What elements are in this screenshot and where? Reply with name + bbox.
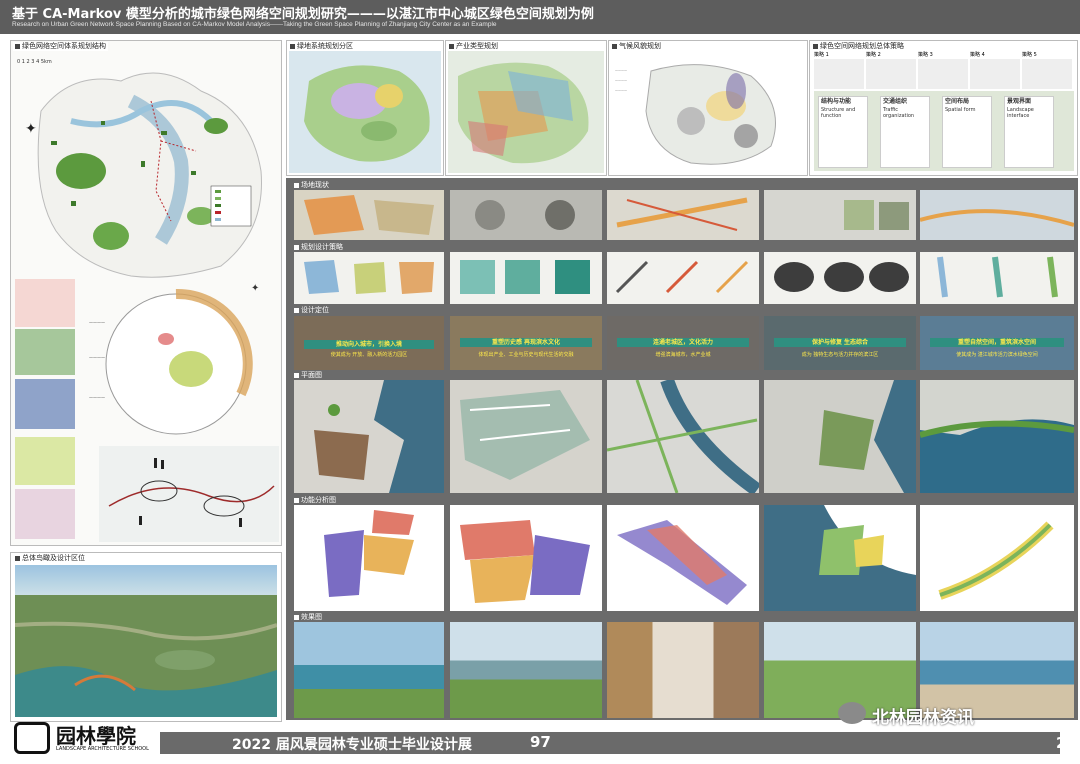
function-5 bbox=[920, 505, 1074, 611]
svg-text:————: ———— bbox=[89, 320, 105, 325]
position-bar-4: 保护与修复 生态综合 bbox=[774, 338, 906, 347]
strategy-head-2: 策略 2 bbox=[866, 52, 881, 58]
site-thumb-4 bbox=[764, 190, 916, 240]
strategy-thumb-5 bbox=[920, 252, 1074, 304]
aerial-image bbox=[15, 565, 277, 717]
site-thumb-5 bbox=[920, 190, 1074, 240]
row-label-site: 场地现状 bbox=[294, 180, 329, 190]
position-card-5: 重塑自然空间，重筑滨水空间 使其成为 湛江城市活力滨水绿色空间 bbox=[920, 316, 1074, 370]
svg-text:————: ———— bbox=[615, 88, 627, 92]
render-2 bbox=[450, 622, 602, 718]
wechat-icon bbox=[838, 702, 866, 724]
exhibit-title: 2022 届风景园林专业硕士毕业设计展 bbox=[232, 737, 472, 753]
location-label: 总体鸟瞰及设计区位 bbox=[13, 554, 87, 563]
position-bar-5: 重塑自然空间，重筑滨水空间 bbox=[930, 338, 1064, 347]
thematic-map-3 bbox=[15, 379, 75, 429]
position-tag-3: 增强滨海城市，水产业城 bbox=[655, 352, 711, 358]
position-tag-2: 体现出产业、工业与历史与现代生活的交融 bbox=[478, 352, 574, 358]
row-label-position: 设计定位 bbox=[294, 305, 329, 315]
position-tag-5: 使其成为 湛江城市活力滨水绿色空间 bbox=[956, 352, 1038, 358]
header-bar: 基于 CA-Markov 模型分析的城市绿色网络空间规划研究———以湛江市中心城… bbox=[0, 0, 1080, 34]
zoning-panel: 绿地系统规划分区 bbox=[286, 40, 444, 176]
row-label-plan: 平面图 bbox=[294, 370, 322, 380]
site-thumb-3 bbox=[607, 190, 759, 240]
watermark-text: 北林园林资讯 bbox=[872, 708, 974, 728]
strategy-text-strip bbox=[814, 59, 1074, 89]
strategy-head-5: 策略 5 bbox=[1022, 52, 1037, 58]
strategy-head-1: 策略 1 bbox=[814, 52, 829, 58]
row-label-function: 功能分析图 bbox=[294, 495, 336, 505]
function-1 bbox=[294, 505, 444, 611]
thematic-map-4 bbox=[15, 437, 75, 485]
zoning-label: 绿地系统规划分区 bbox=[288, 42, 355, 51]
network-label: 绿色网络空间体系规划结构 bbox=[13, 42, 108, 51]
svg-text:————: ———— bbox=[89, 355, 105, 360]
svg-text:————: ———— bbox=[615, 78, 627, 82]
strategy-thumb-3 bbox=[607, 252, 759, 304]
exhibit-number: 97 bbox=[530, 733, 551, 751]
strategy-panel: 绿色空间网络规划总体策略 策略 1 策略 2 策略 3 策略 4 策略 5 结构… bbox=[809, 40, 1078, 176]
site-thumb-2 bbox=[450, 190, 602, 240]
render-1 bbox=[294, 622, 444, 718]
section-sketch bbox=[99, 446, 279, 542]
strategy-box-2: 交通组织 Traffic organization bbox=[880, 96, 930, 168]
industry-map bbox=[448, 51, 604, 173]
function-2 bbox=[450, 505, 602, 611]
network-map bbox=[37, 72, 262, 278]
position-tag-1: 使其成为 开放、融入新的活力园区 bbox=[330, 352, 408, 358]
strategy-box-4: 景观界面 Landscape interface bbox=[1004, 96, 1054, 168]
industry-panel: 产业类型规划 bbox=[445, 40, 607, 176]
industry-label: 产业类型规划 bbox=[447, 42, 500, 51]
plan-4 bbox=[764, 380, 916, 493]
climate-label: 气候风貌规划 bbox=[610, 42, 663, 51]
strategy-head-4: 策略 4 bbox=[970, 52, 985, 58]
logo-text: 园林學院 bbox=[56, 724, 136, 748]
position-bar-1: 推动向入城市，引换入境 bbox=[304, 340, 434, 349]
circle-diagram: ✦ ———— ———— ———— bbox=[89, 283, 259, 435]
page-subtitle: Research on Urban Green Network Space Pl… bbox=[12, 21, 497, 28]
aerial-panel: 总体鸟瞰及设计区位 bbox=[10, 552, 282, 722]
strategy-box-1: 结构与功能 Structure and function bbox=[818, 96, 868, 168]
thematic-map-5 bbox=[15, 489, 75, 539]
function-3 bbox=[607, 505, 759, 611]
svg-text:————: ———— bbox=[89, 395, 105, 400]
plan-1 bbox=[294, 380, 444, 493]
page-number: 2 bbox=[1056, 734, 1067, 752]
strategy-thumb-2 bbox=[450, 252, 602, 304]
school-logo-icon bbox=[14, 722, 50, 754]
svg-text:————: ———— bbox=[615, 68, 627, 72]
strategy-thumb-4 bbox=[764, 252, 916, 304]
position-card-2: 重塑历史感 再现滨水文化 体现出产业、工业与历史与现代生活的交融 bbox=[450, 316, 602, 370]
logo-subtext: LANDSCAPE ARCHITECTURE SCHOOL bbox=[56, 746, 149, 752]
plan-5 bbox=[920, 380, 1074, 493]
site-thumb-1 bbox=[294, 190, 444, 240]
plan-3 bbox=[607, 380, 759, 493]
plan-2 bbox=[450, 380, 602, 493]
climate-panel: 气候风貌规划 ———— ———— ———— bbox=[608, 40, 808, 176]
strategy-label: 绿色空间网络规划总体策略 bbox=[811, 42, 906, 51]
render-3 bbox=[607, 622, 759, 718]
zoning-map bbox=[289, 51, 441, 173]
climate-map: ———— ———— ———— bbox=[611, 51, 805, 173]
network-structure-panel: 绿色网络空间体系规划结构 0 1 2 3 4 5km ✦ ✦ ———— ————… bbox=[10, 40, 282, 546]
position-bar-2: 重塑历史感 再现滨水文化 bbox=[460, 338, 592, 347]
position-bar-3: 连通老城区，文化活力 bbox=[617, 338, 749, 347]
thematic-map-1 bbox=[15, 279, 75, 327]
position-tag-4: 成为 独特生态与活力并存的滨江区 bbox=[801, 352, 879, 358]
function-4 bbox=[764, 505, 916, 611]
row-label-strategy: 规划设计策略 bbox=[294, 242, 343, 252]
page-title: 基于 CA-Markov 模型分析的城市绿色网络空间规划研究———以湛江市中心城… bbox=[12, 7, 594, 22]
position-card-4: 保护与修复 生态综合 成为 独特生态与活力并存的滨江区 bbox=[764, 316, 916, 370]
thematic-map-2 bbox=[15, 329, 75, 375]
strategy-thumb-1 bbox=[294, 252, 444, 304]
position-card-3: 连通老城区，文化活力 增强滨海城市，水产业城 bbox=[607, 316, 759, 370]
position-card-1: 推动向入城市，引换入境 使其成为 开放、融入新的活力园区 bbox=[294, 316, 444, 370]
svg-text:✦: ✦ bbox=[251, 283, 259, 294]
strategy-head-3: 策略 3 bbox=[918, 52, 933, 58]
row-label-render: 效果图 bbox=[294, 612, 322, 622]
strategy-box-3: 空间布局 Spatial form bbox=[942, 96, 992, 168]
